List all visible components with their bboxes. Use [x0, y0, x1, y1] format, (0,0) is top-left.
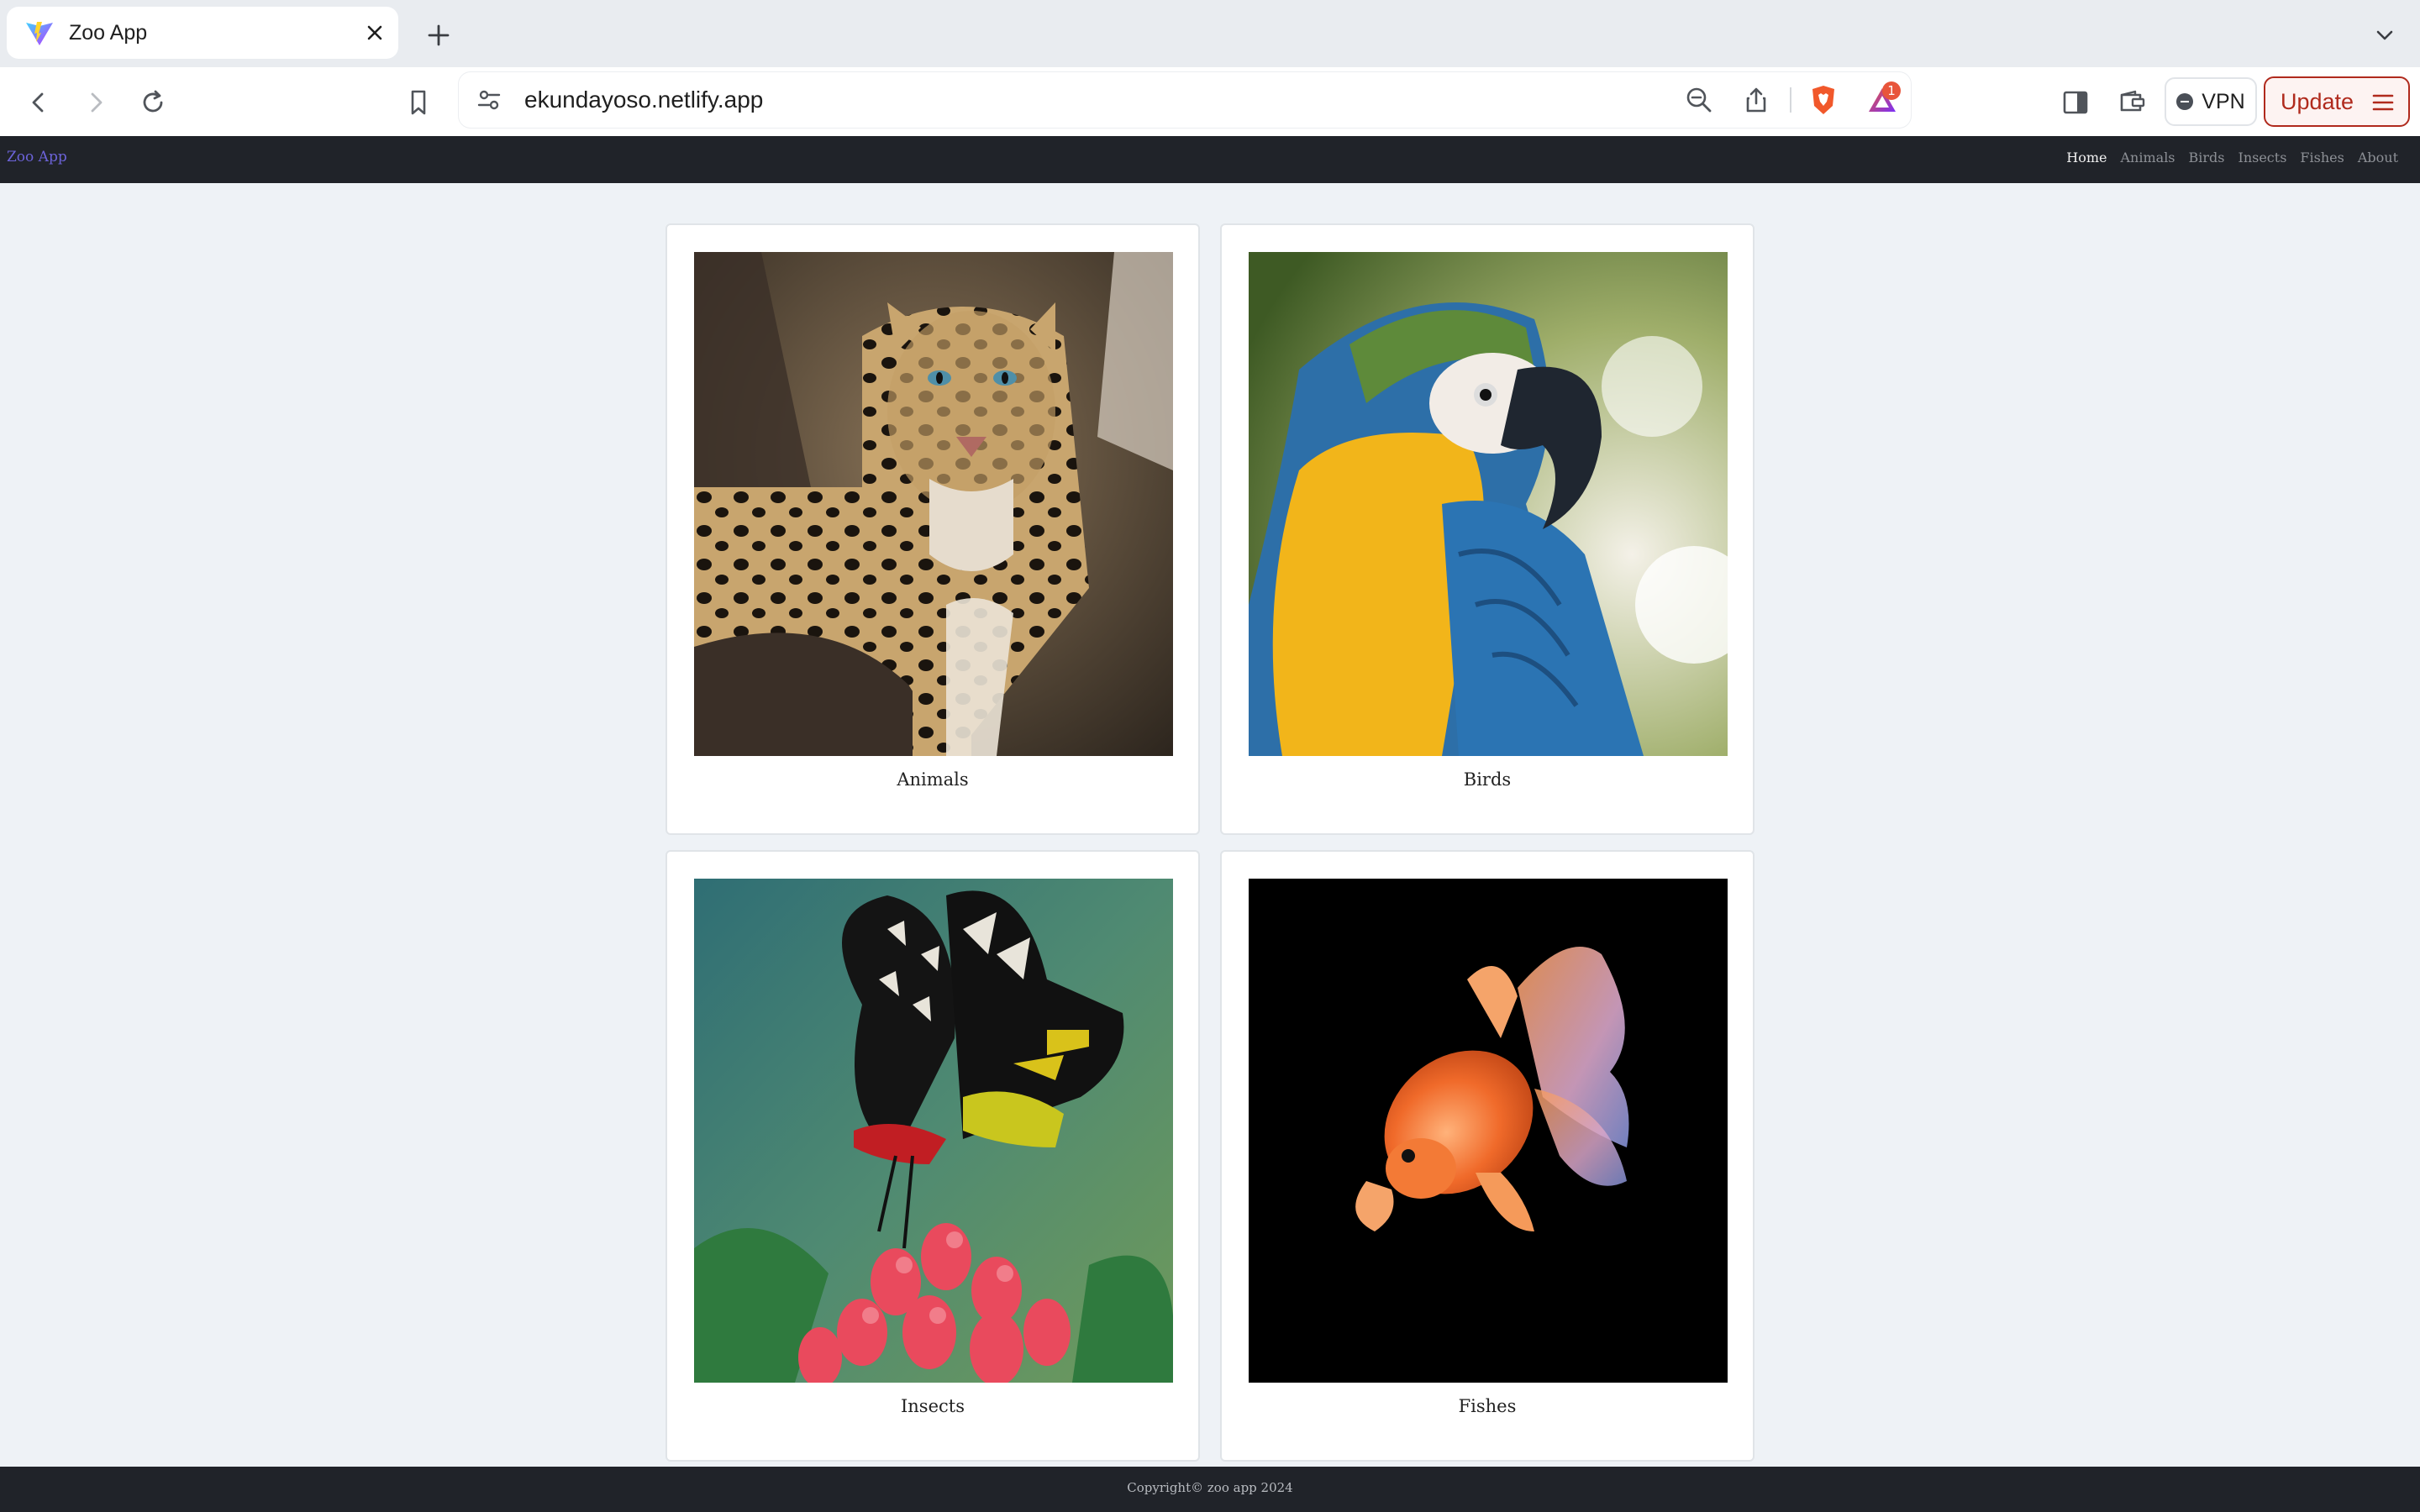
- site-brand[interactable]: Zoo App: [7, 136, 67, 178]
- browser-tabstrip: Zoo App: [0, 0, 2420, 67]
- leopard-image[interactable]: [694, 252, 1173, 756]
- nav-birds-link[interactable]: Birds: [2189, 150, 2225, 165]
- rewards-badge-count: 1: [1882, 81, 1901, 100]
- vite-logo-icon: [26, 22, 53, 45]
- address-bar[interactable]: ekundayoso.netlify.app 1: [459, 72, 1911, 128]
- zoom-out-icon[interactable]: [1681, 81, 1718, 118]
- page-content: Animals Birds Insects Fishes: [0, 183, 2420, 1467]
- wallet-icon[interactable]: [2112, 82, 2153, 123]
- hamburger-menu-icon: [2372, 94, 2394, 111]
- nav-about-link[interactable]: About: [2358, 150, 2398, 165]
- card-label-fishes: Fishes: [1458, 1396, 1517, 1416]
- category-card-insects[interactable]: Insects: [666, 850, 1200, 1462]
- card-label-birds: Birds: [1463, 769, 1512, 790]
- card-label-animals: Animals: [897, 769, 969, 790]
- nav-insects-link[interactable]: Insects: [2238, 150, 2287, 165]
- card-label-insects: Insects: [900, 1396, 965, 1416]
- site-footer: Copyright© zoo app 2024: [0, 1467, 2420, 1512]
- category-card-fishes[interactable]: Fishes: [1220, 850, 1754, 1462]
- brave-shields-icon[interactable]: [1805, 81, 1842, 118]
- sidebar-toggle-icon[interactable]: [2055, 82, 2096, 123]
- browser-tab[interactable]: Zoo App: [7, 7, 398, 59]
- butterfly-on-flower-image[interactable]: [694, 879, 1173, 1383]
- back-arrow-icon[interactable]: [18, 82, 59, 123]
- vpn-button[interactable]: VPN: [2165, 77, 2257, 126]
- url-text[interactable]: ekundayoso.netlify.app: [524, 72, 763, 128]
- forward-arrow-icon[interactable]: [76, 82, 116, 123]
- site-nav-links: Home Animals Birds Insects Fishes About: [2066, 136, 2398, 178]
- nav-fishes-link[interactable]: Fishes: [2300, 150, 2344, 165]
- tab-title: Zoo App: [69, 21, 148, 45]
- site-settings-icon[interactable]: [471, 81, 508, 118]
- vpn-label: VPN: [2202, 89, 2245, 113]
- macaw-parrot-image[interactable]: [1249, 252, 1728, 756]
- category-card-animals[interactable]: Animals: [666, 223, 1200, 835]
- category-card-birds[interactable]: Birds: [1220, 223, 1754, 835]
- reload-icon[interactable]: [133, 82, 173, 123]
- brave-rewards-icon[interactable]: 1: [1864, 81, 1901, 118]
- share-icon[interactable]: [1738, 81, 1775, 118]
- bookmark-icon[interactable]: [398, 82, 439, 123]
- site-navbar: Zoo App Home Animals Birds Insects Fishe…: [0, 136, 2420, 183]
- goldfish-image[interactable]: [1249, 879, 1728, 1383]
- browser-toolbar: ekundayoso.netlify.app 1 VPN Update: [0, 67, 2420, 136]
- copyright-text: Copyright© zoo app 2024: [1127, 1480, 1293, 1495]
- nav-animals-link[interactable]: Animals: [2121, 150, 2175, 165]
- vpn-status-icon: [2176, 93, 2194, 110]
- address-bar-divider: [1790, 87, 1791, 113]
- update-label: Update: [2281, 88, 2354, 114]
- close-tab-icon[interactable]: [360, 18, 390, 48]
- new-tab-plus-icon[interactable]: [420, 17, 457, 54]
- update-button[interactable]: Update: [2264, 76, 2410, 127]
- nav-home-link[interactable]: Home: [2066, 150, 2107, 165]
- tab-list-chevron-down-icon[interactable]: [2366, 17, 2403, 54]
